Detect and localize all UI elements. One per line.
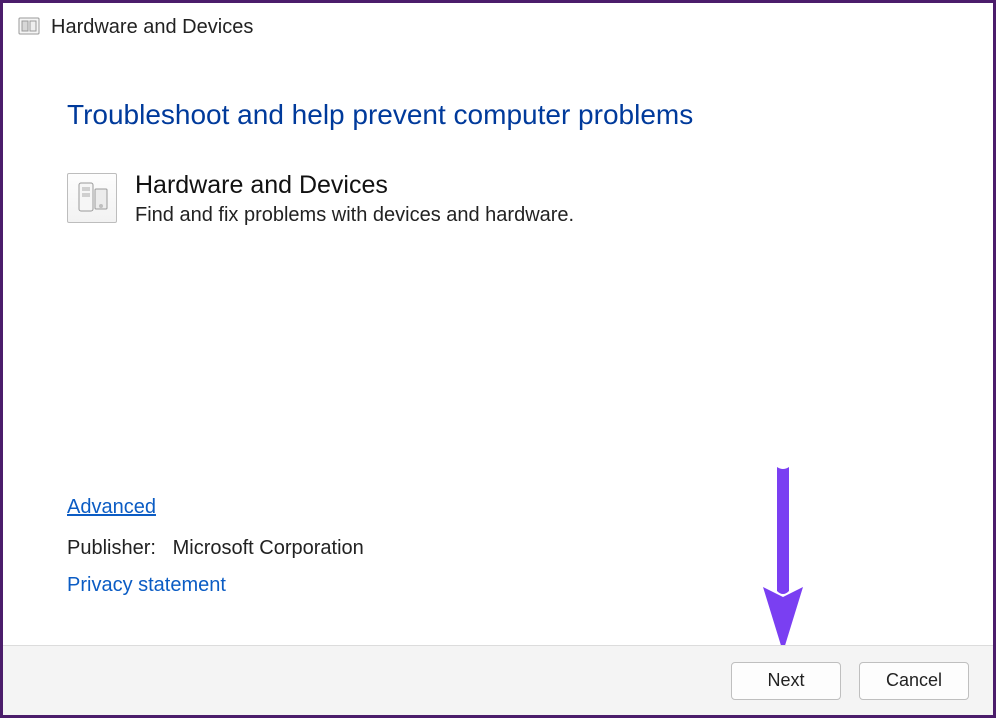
dialog-footer: Next Cancel <box>3 645 993 715</box>
titlebar: Hardware and Devices <box>3 3 993 43</box>
links-block: Advanced Publisher: Microsoft Corporatio… <box>67 496 364 615</box>
advanced-link[interactable]: Advanced <box>67 496 156 519</box>
category-text: Hardware and Devices Find and fix proble… <box>135 171 574 227</box>
publisher-label: Publisher: <box>67 537 156 559</box>
category-title: Hardware and Devices <box>135 171 574 200</box>
window-icon <box>17 15 41 39</box>
content-area: Troubleshoot and help prevent computer p… <box>67 63 953 257</box>
annotation-arrow-icon <box>743 467 823 657</box>
next-button[interactable]: Next <box>731 662 841 700</box>
privacy-link[interactable]: Privacy statement <box>67 574 226 597</box>
window-title: Hardware and Devices <box>51 16 253 39</box>
category-description: Find and fix problems with devices and h… <box>135 204 574 227</box>
publisher-row: Publisher: Microsoft Corporation <box>67 537 364 560</box>
cancel-button[interactable]: Cancel <box>859 662 969 700</box>
page-heading: Troubleshoot and help prevent computer p… <box>67 99 953 131</box>
hardware-icon <box>67 173 117 223</box>
publisher-value: Microsoft Corporation <box>173 537 364 559</box>
category-row: Hardware and Devices Find and fix proble… <box>67 171 953 227</box>
troubleshooter-window: Hardware and Devices Troubleshoot and he… <box>0 0 996 718</box>
